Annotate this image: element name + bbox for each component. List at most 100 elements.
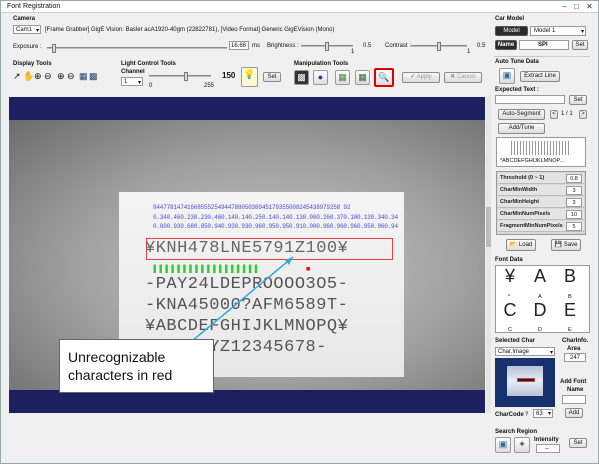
area-input[interactable]: 247 <box>564 353 586 362</box>
param-row: Threshold (0 ~ 1) 0.8 <box>498 173 584 184</box>
brightness-slider-thumb[interactable] <box>325 42 329 51</box>
expected-set-button[interactable]: Set <box>569 95 587 105</box>
glyph-cell[interactable]: A <box>529 266 551 296</box>
char-view-value: Char.Image <box>498 349 530 355</box>
brightness-value: 0.5 <box>363 43 372 49</box>
light-set-button[interactable]: Set <box>263 72 281 82</box>
region-select-icon[interactable]: ▣ <box>495 437 511 453</box>
annotation-callout: Unrecognizable characters in red <box>59 339 214 393</box>
intensity-value: -- <box>545 446 549 452</box>
param-value[interactable]: 5 <box>566 222 582 231</box>
next-page-button[interactable]: > <box>579 110 587 119</box>
add-font-label: Add Font <box>560 379 587 385</box>
light-slider[interactable] <box>149 72 211 81</box>
load-label: Load <box>518 242 533 248</box>
zoom-out-icon[interactable]: ⊖ <box>44 71 52 82</box>
close-icon[interactable]: ✕ <box>584 2 595 11</box>
grid-icon[interactable]: ▦ <box>79 71 88 82</box>
contrast-slider-thumb[interactable] <box>437 42 441 51</box>
light-bulb-icon[interactable]: 💡 <box>241 67 258 87</box>
expected-text-label: Expected Text : <box>495 87 539 93</box>
char-stroke <box>517 378 535 382</box>
param-key: CharMinHeight <box>500 199 540 205</box>
tools-icon[interactable]: ✦ <box>514 437 530 453</box>
zoom-reset-icon[interactable]: ⊖ <box>67 71 75 82</box>
brightness-slider[interactable] <box>301 42 353 51</box>
minimize-icon[interactable]: – <box>559 2 570 11</box>
chevron-down-icon: ▾ <box>580 29 584 35</box>
exposure-input[interactable]: 16.66 <box>229 41 249 50</box>
search-set-button[interactable]: Set <box>569 438 587 448</box>
add-tune-button[interactable]: Add/Tune <box>498 123 545 134</box>
light-slider-thumb[interactable] <box>184 72 188 81</box>
param-key: Threshold (0 ~ 1) <box>500 175 545 181</box>
zoom-in-icon[interactable]: ⊕ <box>34 71 42 82</box>
model-set-button[interactable]: Set <box>572 40 588 50</box>
contrast-label: Contrast : <box>385 43 412 49</box>
recognized-codes-row: 8447781474166855525494478805038945179355… <box>153 204 351 211</box>
font-data-label: Font Data <box>495 257 523 263</box>
car-model-label: Car Model <box>495 16 525 22</box>
title-bar: Font Registration – □ ✕ <box>1 1 598 13</box>
magnifier-icon[interactable]: 🔍 <box>374 68 394 87</box>
window-title: Font Registration <box>7 3 61 10</box>
scrollbar-thumb[interactable] <box>486 207 491 247</box>
hand-icon[interactable]: ✋ <box>23 71 34 82</box>
chevron-down-icon: ▾ <box>35 28 39 34</box>
glyph-cell[interactable]: D <box>529 300 551 330</box>
param-row: CharMinHeight 3 <box>498 197 584 208</box>
model-value: Model 1 <box>534 28 556 34</box>
glyph-cell[interactable]: B <box>559 266 581 296</box>
charcode-char: ? <box>525 412 529 418</box>
circle-icon[interactable]: ● <box>313 70 328 85</box>
display-toolbar: ↗ ✋ ⊕ ⊖ ⊕ ⊖ ▦ ▩ <box>13 71 103 83</box>
extract-line-button[interactable]: Extract Line <box>520 71 560 82</box>
model-select[interactable]: Model 1 ▾ <box>530 26 586 36</box>
zoom-fit-icon[interactable]: ⊕ <box>57 71 65 82</box>
font-name-input[interactable] <box>562 395 586 404</box>
viewer-scrollbar[interactable] <box>486 97 491 413</box>
param-value[interactable]: 3 <box>566 198 582 207</box>
film-icon[interactable]: ▩ <box>294 70 309 85</box>
char-view-select[interactable]: Char.Image ▾ <box>495 347 555 356</box>
contrast-slider[interactable] <box>411 42 467 51</box>
crop-icon[interactable]: ▣ <box>499 68 515 84</box>
apply-button[interactable]: ✔ Apply <box>402 72 440 83</box>
maximize-icon[interactable]: □ <box>571 2 582 11</box>
prev-page-button[interactable]: < <box>550 110 558 119</box>
name-input[interactable]: SPI <box>519 40 569 50</box>
table-icon[interactable]: ▩ <box>89 71 98 82</box>
image-icon[interactable]: ▦ <box>335 70 350 85</box>
search-region-label: Search Region <box>495 429 538 435</box>
char-image <box>495 358 555 407</box>
light-control-label: Light Control Tools <box>121 61 176 67</box>
exposure-slider-thumb[interactable] <box>52 44 56 53</box>
param-value[interactable]: 3 <box>566 186 582 195</box>
load-button[interactable]: 📂 Load <box>506 239 536 251</box>
pointer-icon[interactable]: ↗ <box>13 71 21 82</box>
glyph-label: E <box>568 327 572 333</box>
save-button[interactable]: 💾 Save <box>551 239 581 251</box>
add-font-button[interactable]: Add <box>565 408 583 418</box>
param-key: FragmentMinNumPixels <box>500 223 563 229</box>
auto-segment-button[interactable]: Auto-Segment <box>498 109 545 120</box>
font-glyph-grid: ¥ * A A B B C C D D E E <box>495 265 590 333</box>
image-edit-icon[interactable]: ▦ <box>355 70 370 85</box>
auto-tune-label: Auto Tune Data <box>495 59 539 65</box>
exposure-slider[interactable] <box>47 44 227 53</box>
param-value[interactable]: 10 <box>566 210 582 219</box>
cancel-label: Cancel <box>457 74 476 80</box>
param-value[interactable]: 0.8 <box>566 174 582 183</box>
glyph-cell[interactable]: C <box>499 300 521 330</box>
scores-row-1: 0.340.460.230.230.460.140.140.250.140.14… <box>153 214 398 221</box>
channel-select[interactable]: 1 ▾ <box>121 77 143 86</box>
charcode-input[interactable]: 63 ▾ <box>533 409 553 418</box>
glyph-cell[interactable]: E <box>559 300 581 330</box>
area-label: Area <box>567 346 581 352</box>
expected-text-input[interactable] <box>495 95 565 104</box>
save-label: Save <box>563 242 578 248</box>
glyph-cell[interactable]: ¥ <box>499 266 521 296</box>
camera-select[interactable]: Cam1 ▾ <box>13 25 41 34</box>
intensity-input[interactable]: -- <box>536 444 560 453</box>
cancel-button[interactable]: ✖ Cancel <box>444 72 482 83</box>
